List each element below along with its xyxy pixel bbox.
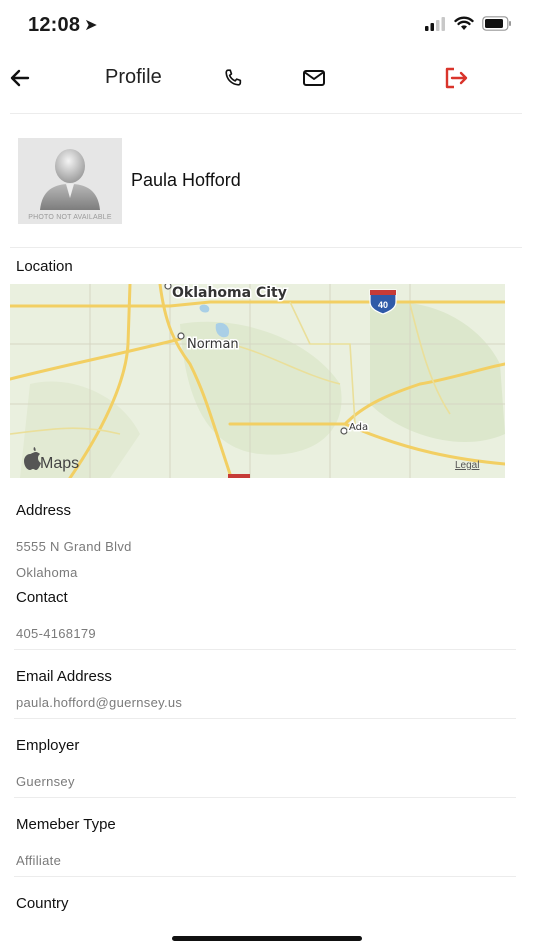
location-map[interactable]: 40 Oklahoma City Norman Ada Maps Legal <box>10 284 505 478</box>
address-label: Address <box>16 502 72 519</box>
home-indicator[interactable] <box>172 936 362 941</box>
page-title: Profile <box>105 66 162 88</box>
person-placeholder-icon <box>40 149 100 210</box>
map-brand-text: Maps <box>40 455 79 472</box>
map-shield-number: 40 <box>378 300 388 310</box>
divider <box>14 718 516 719</box>
contact-label: Contact <box>16 589 68 606</box>
divider <box>14 797 516 798</box>
member-type-value: Affiliate <box>16 853 62 868</box>
back-arrow-icon[interactable] <box>6 64 34 92</box>
address-line2: Oklahoma <box>16 565 78 580</box>
email-label: Email Address <box>16 668 112 685</box>
status-time-text: 12:08 <box>28 14 81 36</box>
divider <box>14 649 516 650</box>
phone-icon[interactable] <box>222 67 244 89</box>
divider <box>10 247 522 248</box>
map-label-norman: Norman <box>187 337 239 352</box>
system-icons <box>424 16 512 31</box>
map-label-oklahoma-city: Oklahoma City <box>172 285 287 301</box>
logout-icon[interactable] <box>442 65 470 91</box>
profile-name: Paula Hofford <box>131 170 241 190</box>
status-time: 12:08 ➤ <box>28 14 98 37</box>
address-line1: 5555 N Grand Blvd <box>16 539 132 554</box>
battery-icon <box>482 16 511 31</box>
signal-icon <box>425 16 445 31</box>
contact-phone[interactable]: 405-4168179 <box>16 626 96 641</box>
mail-icon[interactable] <box>302 68 326 88</box>
map-legal-link[interactable]: Legal <box>455 460 479 471</box>
member-type-label: Memeber Type <box>16 816 116 833</box>
employer-value: Guernsey <box>16 774 75 789</box>
divider <box>10 113 522 114</box>
map-label-ada: Ada <box>349 422 368 433</box>
country-label: Country <box>16 895 69 912</box>
employer-label: Employer <box>16 737 80 754</box>
divider <box>14 876 516 877</box>
status-bar: 12:08 ➤ <box>0 0 534 50</box>
location-label: Location <box>16 258 73 275</box>
nav-bar: Profile <box>0 56 534 100</box>
photo-placeholder-text: PHOTO NOT AVAILABLE <box>28 214 112 221</box>
location-arrow-icon: ➤ <box>84 17 98 34</box>
avatar: PHOTO NOT AVAILABLE <box>18 138 122 224</box>
wifi-icon <box>454 16 474 30</box>
email-value[interactable]: paula.hofford@guernsey.us <box>16 695 182 710</box>
